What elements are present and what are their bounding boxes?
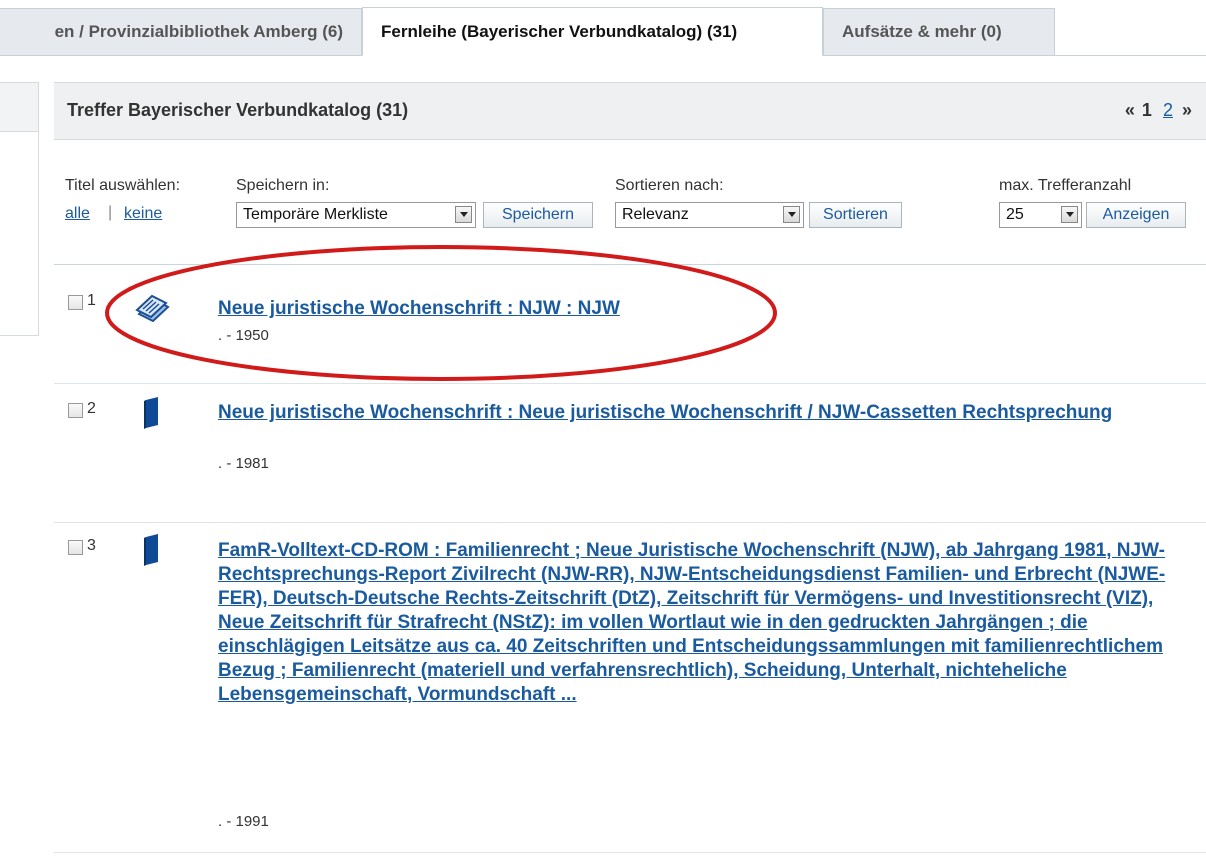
- result-checkbox[interactable]: [68, 295, 83, 310]
- result-checkbox[interactable]: [68, 403, 83, 418]
- result-year: . - 1950: [218, 327, 269, 344]
- sort-by-select[interactable]: Relevanz: [615, 202, 804, 228]
- save-in-select[interactable]: Temporäre Merkliste: [236, 202, 476, 228]
- select-all-link[interactable]: alle: [65, 205, 90, 223]
- result-title-link[interactable]: Neue juristische Wochenschrift : Neue ju…: [218, 401, 1198, 425]
- results-toolbar: Titel auswählen: alle | keine Speichern …: [54, 140, 1206, 265]
- pager-prev[interactable]: «: [1125, 100, 1135, 120]
- results-title: Treffer Bayerischer Verbundkatalog (31): [67, 100, 409, 120]
- tab-bar: en / Provinzialbibliothek Amberg (6) Fer…: [0, 0, 1206, 56]
- pager-next[interactable]: »: [1182, 100, 1192, 120]
- pager-current-page: 1: [1141, 100, 1152, 120]
- result-title-link[interactable]: FamR-Volltext-CD-ROM : Familienrecht ; N…: [218, 539, 1198, 707]
- result-number: 1: [87, 292, 96, 309]
- sort-by-label: Sortieren nach:: [615, 177, 724, 194]
- max-hits-value: 25: [1006, 206, 1024, 223]
- max-hits-label: max. Trefferanzahl: [999, 177, 1132, 194]
- chevron-down-icon: [783, 206, 800, 223]
- select-titles-label: Titel auswählen:: [65, 177, 181, 194]
- chevron-down-icon: [1061, 206, 1078, 223]
- left-sidebar: [0, 82, 39, 336]
- result-year: . - 1991: [218, 813, 269, 830]
- save-in-label: Speichern in:: [236, 177, 330, 194]
- tab-interlibrary-loan[interactable]: Fernleihe (Bayerischer Verbundkatalog) (…: [362, 7, 823, 56]
- result-title-link[interactable]: Neue juristische Wochenschrift : NJW : N…: [218, 297, 1198, 321]
- pagination: « 1 2 »: [1125, 100, 1192, 121]
- tab-label: Aufsätze & mehr (0): [842, 22, 1002, 41]
- book-icon: [142, 534, 162, 571]
- journal-icon: [134, 292, 172, 327]
- tab-label: Fernleihe (Bayerischer Verbundkatalog) (…: [381, 21, 738, 41]
- result-row: 1 Neue juristische Wochenschrift : NJW :…: [54, 264, 1206, 384]
- tab-articles[interactable]: Aufsätze & mehr (0): [823, 8, 1055, 55]
- max-hits-select[interactable]: 25: [999, 202, 1082, 228]
- result-number: 3: [87, 537, 96, 554]
- result-row: 3 FamR-Volltext-CD-ROM : Familienrecht ;…: [54, 522, 1206, 853]
- sidebar-header: [0, 83, 38, 132]
- book-icon: [142, 397, 162, 434]
- save-button[interactable]: Speichern: [483, 202, 593, 228]
- sort-button[interactable]: Sortieren: [809, 202, 902, 228]
- result-checkbox[interactable]: [68, 540, 83, 555]
- tab-label: en / Provinzialbibliothek Amberg (6): [54, 22, 343, 41]
- select-none-link[interactable]: keine: [124, 205, 162, 223]
- link-separator: |: [108, 204, 113, 221]
- save-in-value: Temporäre Merkliste: [243, 206, 388, 223]
- pager-page-2[interactable]: 2: [1163, 100, 1173, 120]
- result-number: 2: [87, 400, 96, 417]
- show-button[interactable]: Anzeigen: [1086, 202, 1186, 228]
- result-row: 2 Neue juristische Wochenschrift : Neue …: [54, 383, 1206, 523]
- chevron-down-icon: [455, 206, 472, 223]
- tab-local-library[interactable]: en / Provinzialbibliothek Amberg (6): [0, 8, 362, 55]
- results-header: Treffer Bayerischer Verbundkatalog (31) …: [54, 82, 1206, 140]
- result-year: . - 1981: [218, 455, 269, 472]
- sort-by-value: Relevanz: [622, 206, 689, 223]
